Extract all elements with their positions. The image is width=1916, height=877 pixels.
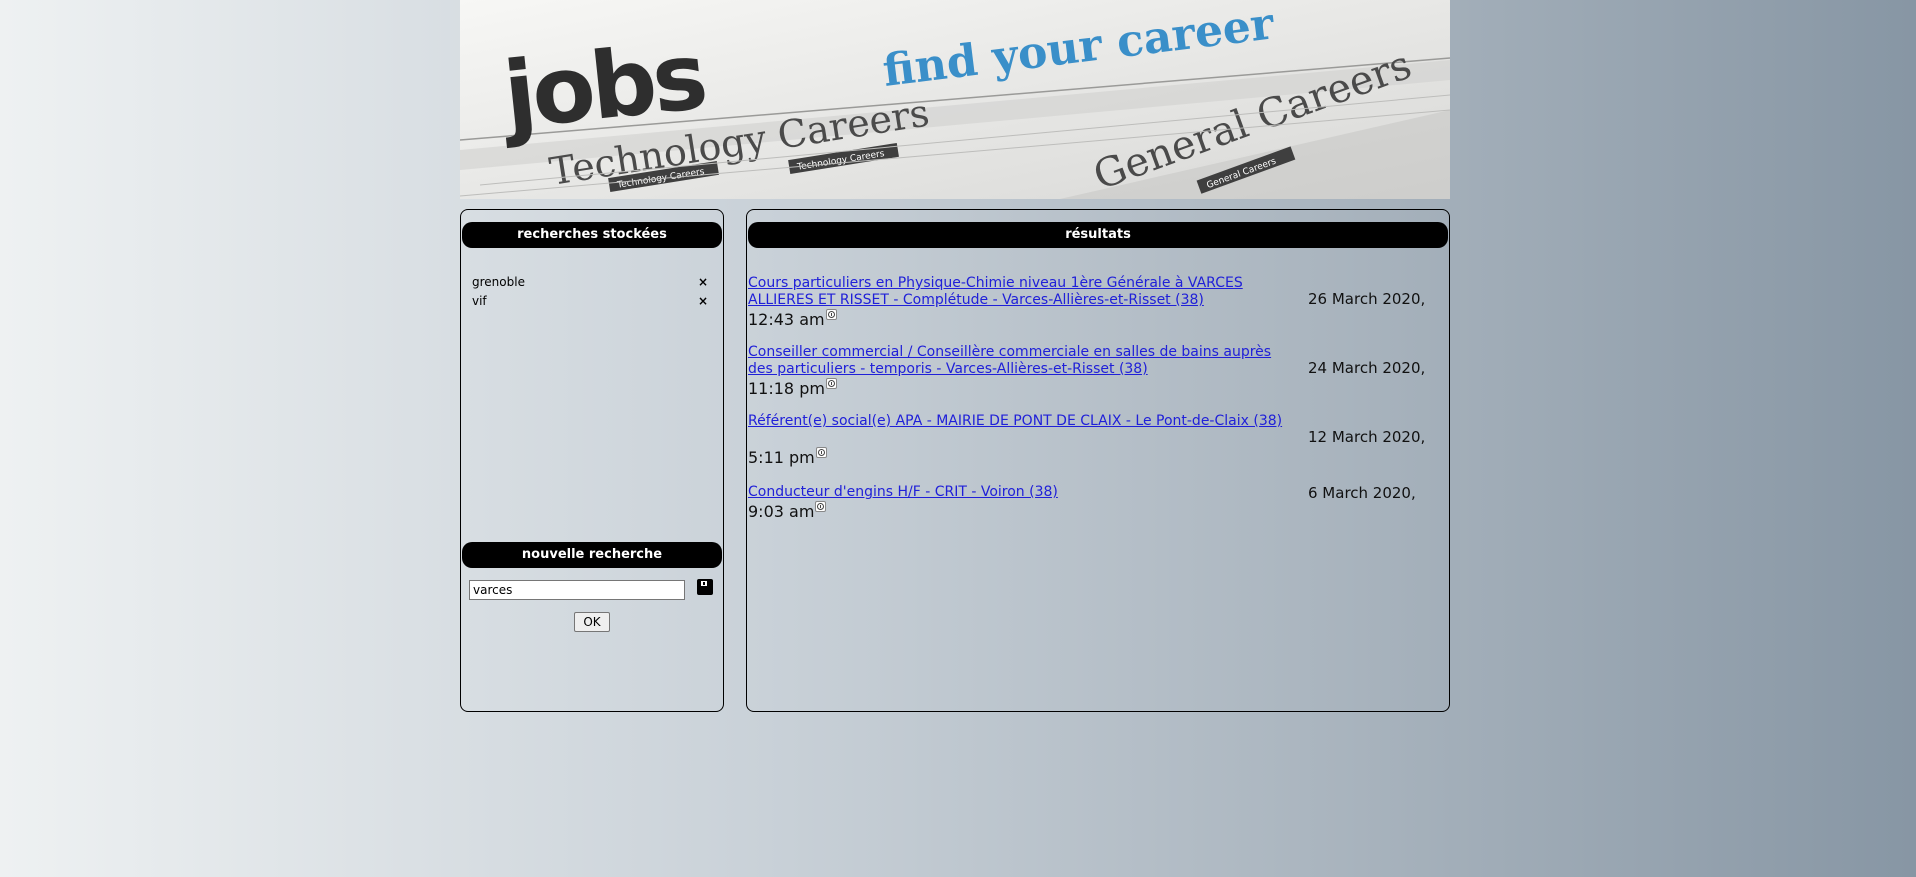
result-date: 26 March 2020, [1308, 290, 1426, 308]
clock-icon [815, 447, 827, 458]
result-time: 9:03 am [748, 501, 827, 521]
ok-button[interactable]: OK [574, 612, 610, 632]
saved-searches-header: recherches stockées [462, 222, 722, 248]
result-time-text: 9:03 am [748, 502, 815, 521]
floppy-disk-icon[interactable] [697, 579, 713, 595]
jobs-banner-image: jobs find your career Technology Careers… [460, 0, 1450, 199]
clock-icon [825, 378, 837, 389]
delete-icon[interactable]: × [698, 292, 708, 311]
result-time: 12:43 am [748, 309, 837, 329]
list-item[interactable]: vif × [472, 292, 708, 311]
result-date: 12 March 2020, [1308, 428, 1426, 446]
results-header: résultats [748, 222, 1448, 248]
result-title-link[interactable]: Cours particuliers en Physique-Chimie ni… [748, 275, 1288, 309]
results-panel: résultats Cours particuliers en Physique… [746, 209, 1450, 712]
saved-searches-list: grenoble × vif × [472, 273, 708, 311]
result-time-text: 5:11 pm [748, 448, 815, 467]
delete-icon[interactable]: × [698, 273, 708, 292]
clock-icon [825, 309, 837, 320]
search-input[interactable] [469, 580, 685, 600]
result-title-link[interactable]: Conseiller commercial / Conseillère comm… [748, 344, 1288, 378]
clock-icon [815, 501, 827, 512]
list-item[interactable]: grenoble × [472, 273, 708, 292]
result-time: 11:18 pm [748, 378, 837, 398]
result-title-link[interactable]: Conducteur d'engins H/F - CRIT - Voiron … [748, 484, 1288, 501]
result-time-text: 12:43 am [748, 310, 825, 329]
result-title-link[interactable]: Référent(e) social(e) APA - MAIRIE DE PO… [748, 413, 1288, 430]
new-search-header: nouvelle recherche [462, 542, 722, 568]
left-panel: recherches stockées grenoble × vif × nou… [460, 209, 724, 712]
result-date: 24 March 2020, [1308, 359, 1426, 377]
saved-search-label[interactable]: vif [472, 294, 487, 308]
saved-search-label[interactable]: grenoble [472, 275, 525, 289]
result-time-text: 11:18 pm [748, 379, 825, 398]
result-date: 6 March 2020, [1308, 484, 1416, 502]
result-time: 5:11 pm [748, 447, 827, 467]
